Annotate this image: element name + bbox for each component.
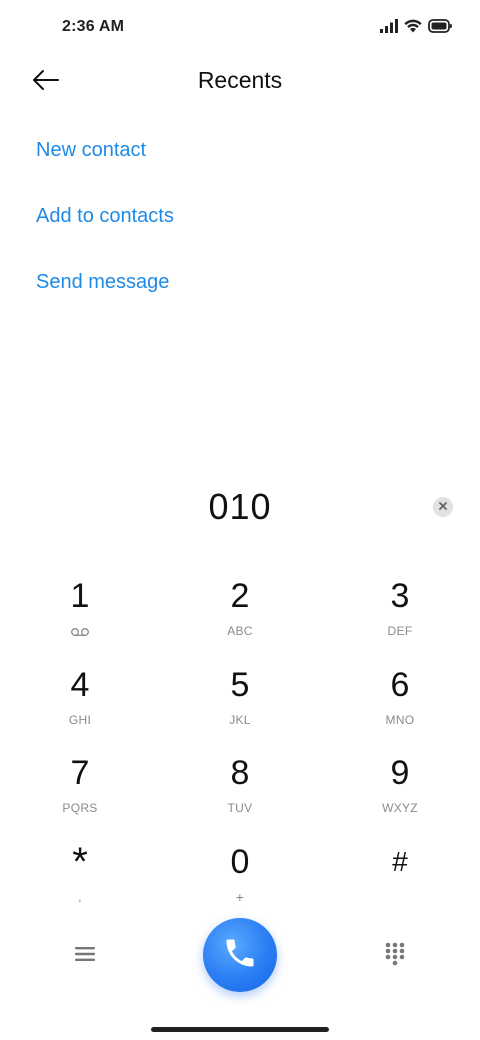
key-hash[interactable]: # [340,834,460,914]
key-letters: DEF [387,624,413,638]
key-letters: , [78,890,82,904]
menu-button[interactable] [70,941,100,971]
dialed-number: 010 [208,486,272,527]
key-letters: ABC [227,624,253,638]
key-9[interactable]: 9 WXYZ [340,745,460,825]
key-0[interactable]: 0 + [180,834,300,914]
phone-icon [222,935,258,976]
key-digit: 9 [390,754,410,792]
key-5[interactable]: 5 JKL [180,657,300,737]
key-3[interactable]: 3 DEF [340,568,460,648]
page-title: Recents [197,67,283,93]
battery-icon [428,18,452,38]
key-letters: PQRS [62,801,98,815]
status-bar: 2:36 AM [0,0,480,56]
bottom-bar [0,915,480,995]
status-icons [380,18,452,38]
home-indicator[interactable] [151,1027,329,1032]
key-letters: JKL [229,713,251,727]
call-button[interactable] [203,918,277,992]
key-6[interactable]: 6 MNO [340,657,460,737]
key-digit: * [72,840,88,884]
add-to-contacts-link[interactable]: Add to contacts [36,194,174,260]
key-digit: 7 [70,754,90,792]
signal-icon [380,18,398,38]
key-digit: # [392,846,408,877]
header: Recents [0,56,480,110]
key-letters: WXYZ [382,801,418,815]
key-1[interactable]: 1 [20,568,140,648]
clear-button[interactable] [433,497,453,517]
status-time: 2:36 AM [62,18,125,35]
key-digit: 5 [230,666,250,704]
key-digit: 4 [70,666,90,704]
key-2[interactable]: 2 ABC [180,568,300,648]
dialpad-icon [385,942,405,971]
action-list: New contact Add to contacts Send message [36,128,174,326]
key-star[interactable]: * , [20,834,140,914]
key-8[interactable]: 8 TUV [180,745,300,825]
clear-icon [438,498,448,516]
key-letters: MNO [385,713,415,727]
key-letters: GHI [68,713,92,727]
key-7[interactable]: 7 PQRS [20,745,140,825]
key-digit: 2 [230,577,250,615]
dialpad-toggle-button[interactable] [380,941,410,971]
key-letters: TUV [227,801,253,815]
key-4[interactable]: 4 GHI [20,657,140,737]
new-contact-link[interactable]: New contact [36,128,174,194]
wifi-icon [404,19,422,38]
key-digit: 3 [390,577,410,615]
key-letters: + [235,889,245,905]
voicemail-icon [20,624,140,638]
key-digit: 0 [230,843,250,881]
menu-icon [75,946,95,967]
send-message-link[interactable]: Send message [36,260,174,326]
key-digit: 8 [230,754,250,792]
key-digit: 1 [70,577,90,615]
key-digit: 6 [390,666,410,704]
